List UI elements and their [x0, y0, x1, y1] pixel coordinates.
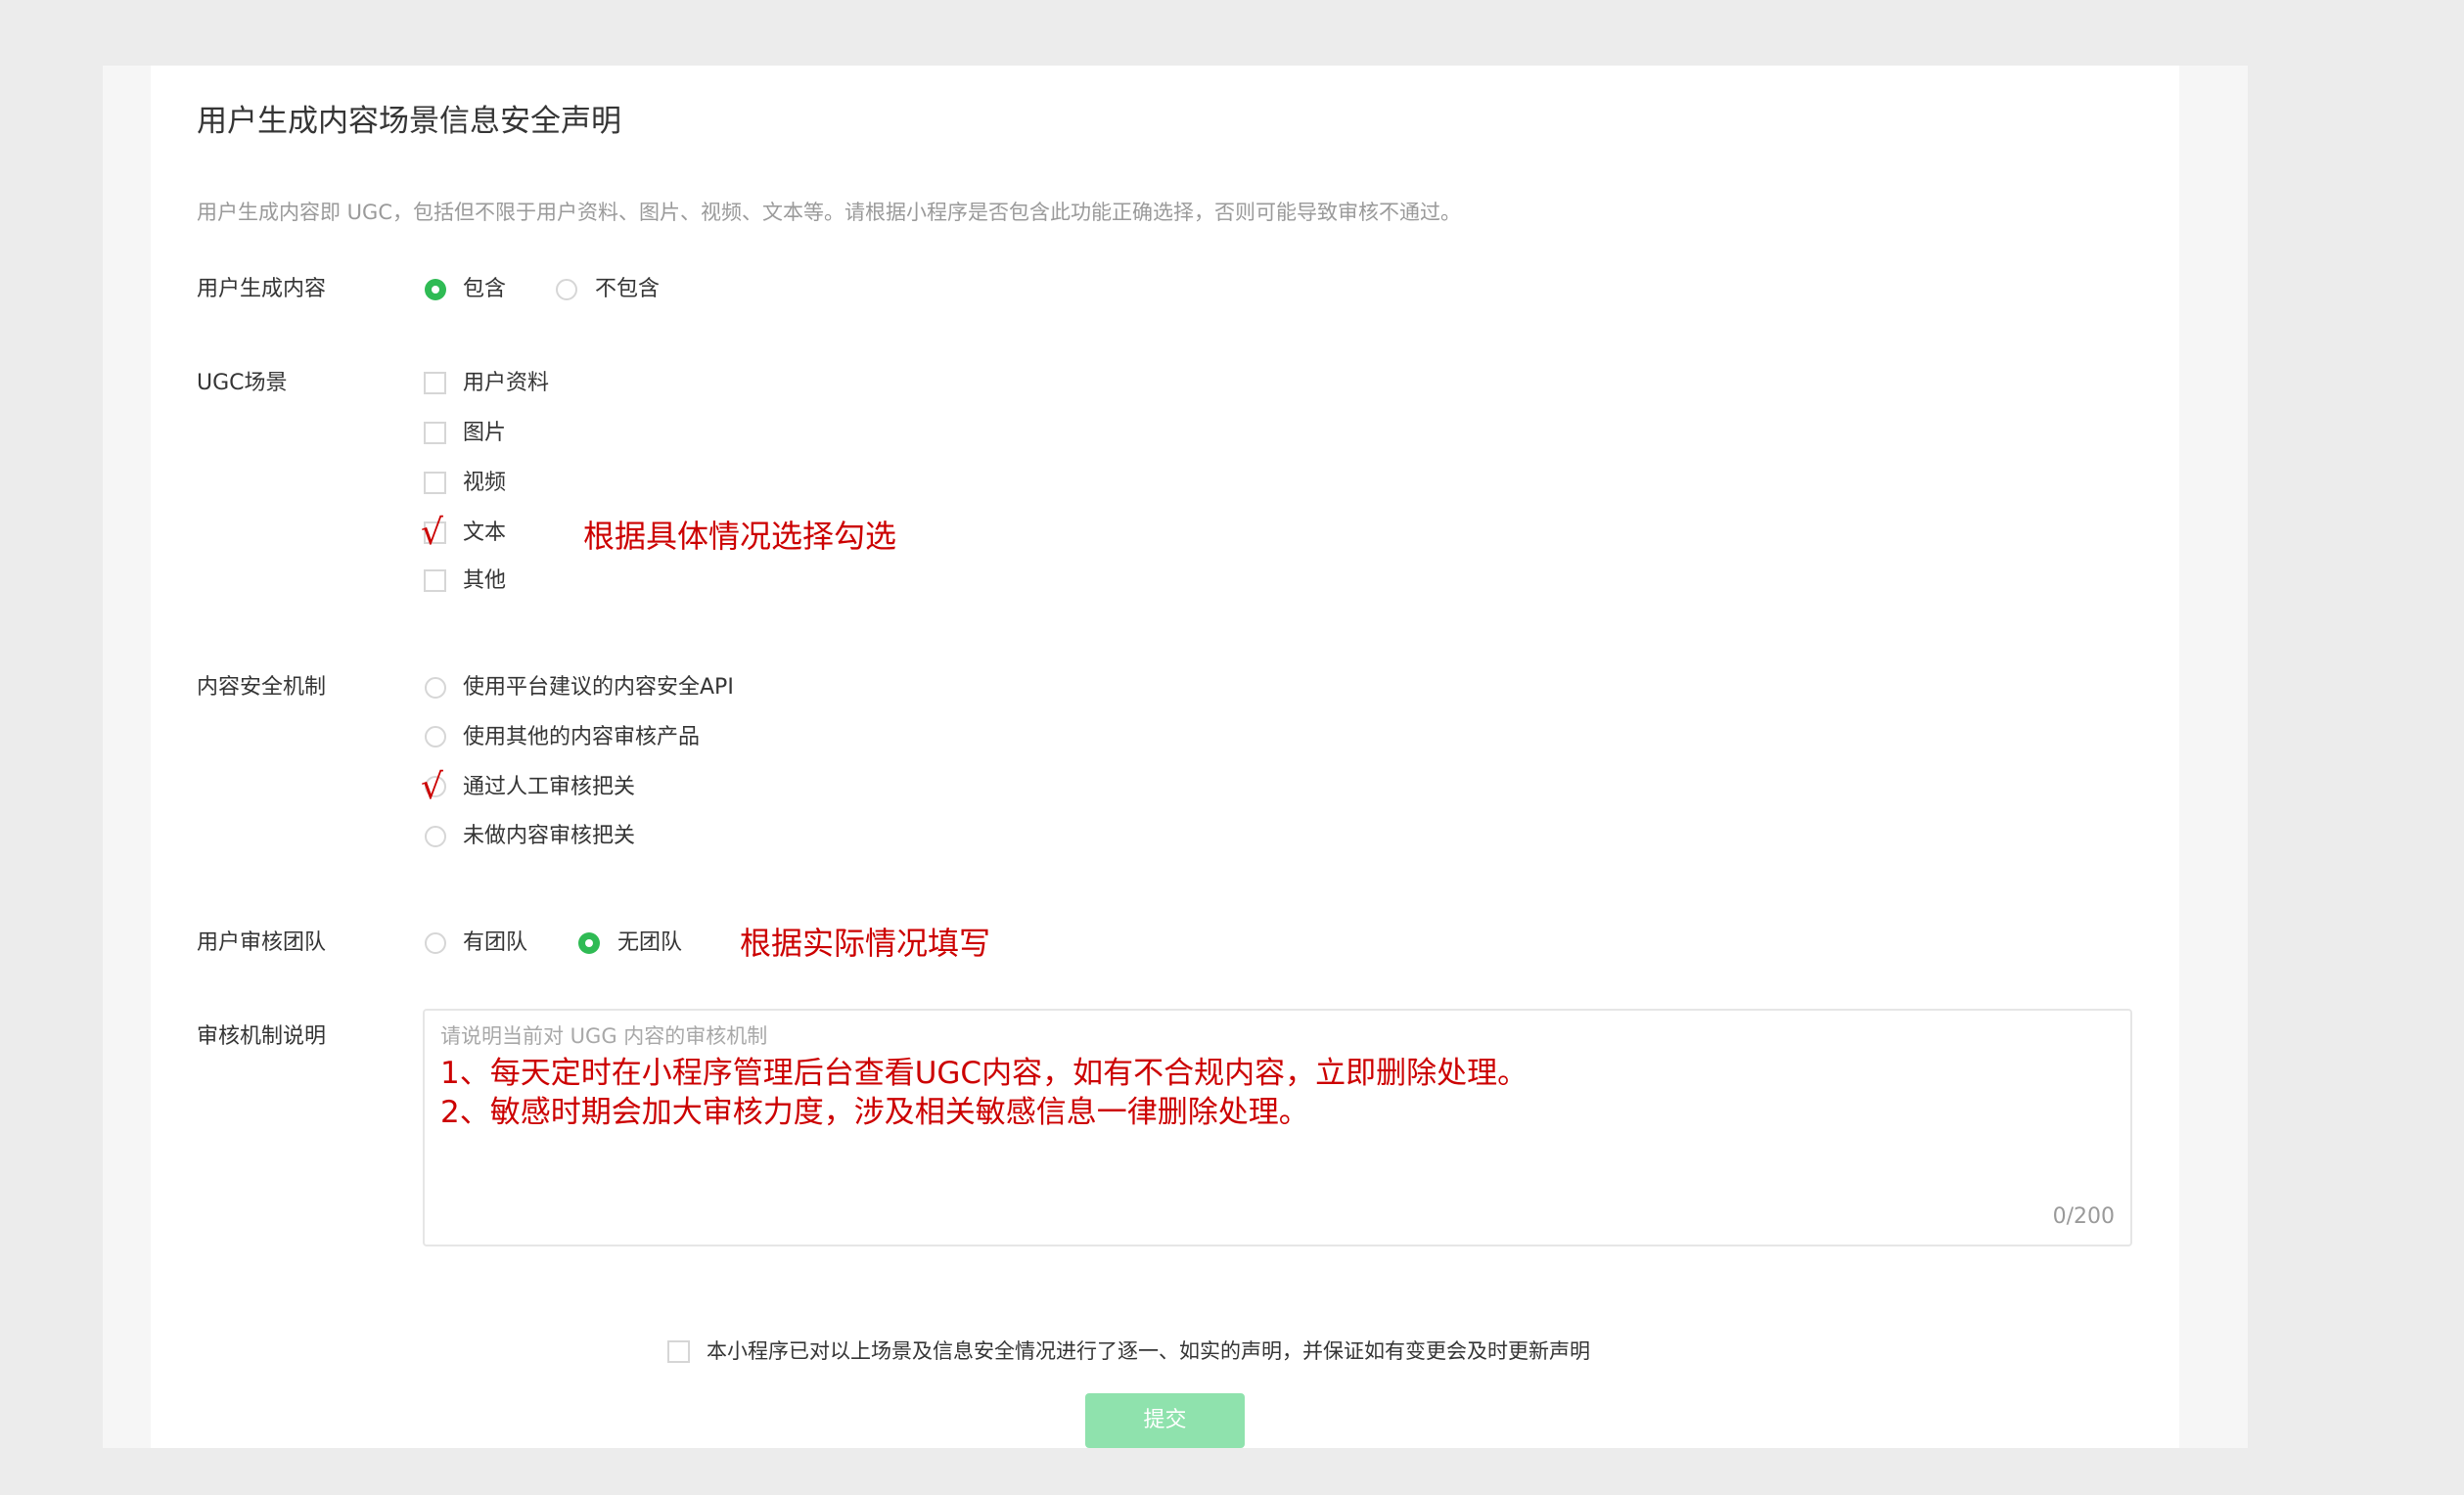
- textarea-placeholder: 请说明当前对 UGG 内容的审核机制: [440, 1024, 768, 1048]
- scene-image-checkbox[interactable]: [424, 422, 446, 444]
- page-description: 用户生成内容即 UGC，包括但不限于用户资料、图片、视频、文本等。请根据小程序是…: [197, 201, 1461, 224]
- safety-mechanism-label: 内容安全机制: [197, 675, 327, 700]
- scene-video-checkbox[interactable]: [424, 472, 446, 494]
- team-yes-label[interactable]: 有团队: [463, 929, 527, 958]
- ugc-exclude-label[interactable]: 不包含: [595, 275, 660, 304]
- mechanism-manual-label[interactable]: 通过人工审核把关: [463, 773, 635, 802]
- mechanism-desc-textarea[interactable]: 请说明当前对 UGG 内容的审核机制 1、每天定时在小程序管理后台查看UGC内容…: [423, 1009, 2132, 1246]
- team-annotation: 根据实际情况填写: [740, 925, 991, 962]
- textarea-line-2: 2、敏感时期会加大审核力度，涉及相关敏感信息一律删除处理。: [440, 1095, 1309, 1130]
- review-team-label: 用户审核团队: [197, 930, 327, 955]
- mechanism-none-label[interactable]: 未做内容审核把关: [463, 822, 635, 851]
- scene-annotation: 根据具体情况选择勾选: [583, 518, 897, 555]
- ugc-include-label[interactable]: 包含: [463, 275, 506, 304]
- team-yes-radio[interactable]: [425, 932, 446, 954]
- mechanism-api-radio[interactable]: [425, 677, 446, 699]
- ugc-content-label: 用户生成内容: [197, 277, 327, 301]
- scene-other-checkbox[interactable]: [424, 569, 446, 592]
- scene-video-label[interactable]: 视频: [463, 469, 506, 498]
- textarea-line-1: 1、每天定时在小程序管理后台查看UGC内容，如有不合规内容，立即删除处理。: [440, 1056, 1529, 1091]
- ugc-exclude-radio[interactable]: [556, 279, 577, 300]
- mechanism-none-radio[interactable]: [425, 826, 446, 847]
- team-no-radio[interactable]: [578, 932, 600, 954]
- ugc-scenes-label: UGC场景: [197, 371, 288, 395]
- mechanism-other-product-radio[interactable]: [425, 726, 446, 748]
- scene-profile-label[interactable]: 用户资料: [463, 369, 549, 398]
- mechanism-api-label[interactable]: 使用平台建议的内容安全API: [463, 673, 734, 702]
- submit-button[interactable]: 提交: [1085, 1393, 1245, 1448]
- scene-profile-checkbox[interactable]: [424, 372, 446, 394]
- scene-text-label[interactable]: 文本: [463, 519, 506, 548]
- check-mark-icon: √: [421, 767, 443, 807]
- mechanism-desc-label: 审核机制说明: [197, 1024, 327, 1049]
- team-no-label[interactable]: 无团队: [617, 929, 682, 958]
- char-counter: 0/200: [2052, 1204, 2115, 1229]
- ugc-include-radio[interactable]: [425, 279, 446, 300]
- scene-image-label[interactable]: 图片: [463, 419, 506, 448]
- declaration-checkbox[interactable]: [667, 1340, 690, 1363]
- scene-other-label[interactable]: 其他: [463, 566, 506, 596]
- check-mark-icon: √: [421, 513, 443, 553]
- page-title: 用户生成内容场景信息安全声明: [197, 104, 621, 139]
- declaration-text[interactable]: 本小程序已对以上场景及信息安全情况进行了逐一、如实的声明，并保证如有变更会及时更…: [707, 1336, 1590, 1366]
- mechanism-other-product-label[interactable]: 使用其他的内容审核产品: [463, 723, 700, 752]
